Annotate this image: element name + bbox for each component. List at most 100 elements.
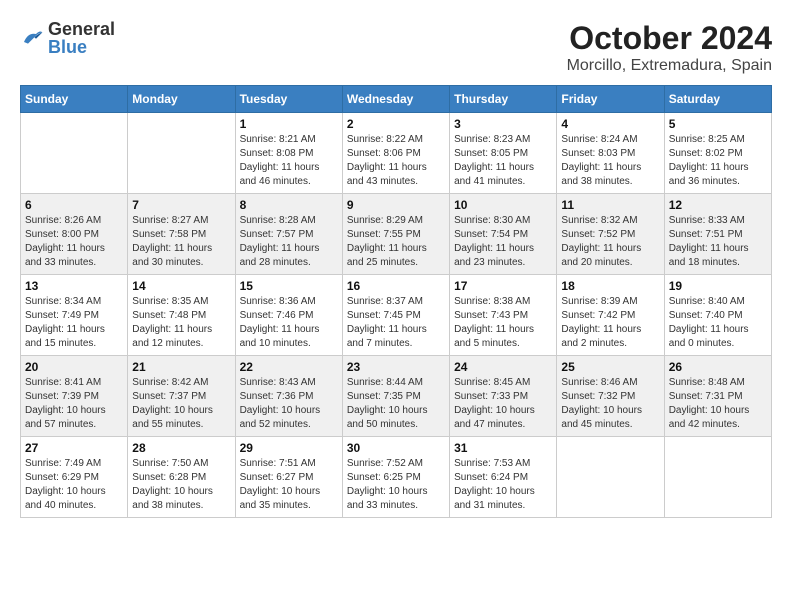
day-cell: 31 Sunrise: 7:53 AMSunset: 6:24 PMDayligh… bbox=[450, 437, 557, 518]
day-info: Sunrise: 8:30 AMSunset: 7:54 PMDaylight:… bbox=[454, 214, 552, 270]
day-number: 19 bbox=[669, 279, 767, 293]
day-cell: 13 Sunrise: 8:34 AMSunset: 7:49 PMDayligh… bbox=[21, 275, 128, 356]
day-cell: 5 Sunrise: 8:25 AMSunset: 8:02 PMDaylight… bbox=[664, 113, 771, 194]
column-header-friday: Friday bbox=[557, 86, 664, 113]
day-cell: 23Sunrise: 8:44 AMSunset: 7:35 PMDayligh… bbox=[342, 356, 449, 437]
day-number: 23 bbox=[347, 360, 445, 374]
day-number: 25 bbox=[561, 360, 659, 374]
logo-blue: Blue bbox=[48, 38, 115, 56]
week-row-3: 13 Sunrise: 8:34 AMSunset: 7:49 PMDayligh… bbox=[21, 275, 772, 356]
day-number: 26 bbox=[669, 360, 767, 374]
day-cell: 22 Sunrise: 8:43 AMSunset: 7:36 PMDayligh… bbox=[235, 356, 342, 437]
day-cell bbox=[664, 437, 771, 518]
day-number: 1 bbox=[240, 117, 338, 131]
week-row-5: 27Sunrise: 7:49 AMSunset: 6:29 PMDayligh… bbox=[21, 437, 772, 518]
week-row-4: 20 Sunrise: 8:41 AMSunset: 7:39 PMDayligh… bbox=[21, 356, 772, 437]
day-cell: 1 Sunrise: 8:21 AMSunset: 8:08 PMDaylight… bbox=[235, 113, 342, 194]
day-number: 16 bbox=[347, 279, 445, 293]
day-info: Sunrise: 8:27 AMSunset: 7:58 PMDaylight:… bbox=[132, 214, 230, 270]
day-info: Sunrise: 8:42 AMSunset: 7:37 PMDaylight:… bbox=[132, 376, 230, 432]
day-number: 18 bbox=[561, 279, 659, 293]
day-cell: 6Sunrise: 8:26 AMSunset: 8:00 PMDaylight… bbox=[21, 194, 128, 275]
day-info: Sunrise: 8:32 AMSunset: 7:52 PMDaylight:… bbox=[561, 214, 659, 270]
day-info: Sunrise: 8:38 AMSunset: 7:43 PMDaylight:… bbox=[454, 295, 552, 351]
day-number: 5 bbox=[669, 117, 767, 131]
day-info: Sunrise: 8:41 AMSunset: 7:39 PMDaylight:… bbox=[25, 376, 123, 432]
day-info: Sunrise: 8:25 AMSunset: 8:02 PMDaylight:… bbox=[669, 133, 767, 189]
day-cell: 2 Sunrise: 8:22 AMSunset: 8:06 PMDaylight… bbox=[342, 113, 449, 194]
day-cell: 17Sunrise: 8:38 AMSunset: 7:43 PMDayligh… bbox=[450, 275, 557, 356]
day-number: 24 bbox=[454, 360, 552, 374]
day-info: Sunrise: 8:34 AMSunset: 7:49 PMDaylight:… bbox=[25, 295, 123, 351]
day-info: Sunrise: 8:22 AMSunset: 8:06 PMDaylight:… bbox=[347, 133, 445, 189]
day-cell: 26 Sunrise: 8:48 AMSunset: 7:31 PMDayligh… bbox=[664, 356, 771, 437]
day-info: Sunrise: 8:48 AMSunset: 7:31 PMDaylight:… bbox=[669, 376, 767, 432]
day-number: 21 bbox=[132, 360, 230, 374]
day-info: Sunrise: 8:37 AMSunset: 7:45 PMDaylight:… bbox=[347, 295, 445, 351]
title-block: October 2024 Morcillo, Extremadura, Spai… bbox=[567, 20, 772, 75]
day-info: Sunrise: 8:33 AMSunset: 7:51 PMDaylight:… bbox=[669, 214, 767, 270]
day-info: Sunrise: 8:35 AMSunset: 7:48 PMDaylight:… bbox=[132, 295, 230, 351]
day-number: 28 bbox=[132, 441, 230, 455]
column-header-sunday: Sunday bbox=[21, 86, 128, 113]
day-cell: 29Sunrise: 7:51 AMSunset: 6:27 PMDayligh… bbox=[235, 437, 342, 518]
day-number: 2 bbox=[347, 117, 445, 131]
week-row-2: 6Sunrise: 8:26 AMSunset: 8:00 PMDaylight… bbox=[21, 194, 772, 275]
day-cell: 16 Sunrise: 8:37 AMSunset: 7:45 PMDayligh… bbox=[342, 275, 449, 356]
day-number: 13 bbox=[25, 279, 123, 293]
logo-text: General Blue bbox=[48, 20, 115, 56]
day-info: Sunrise: 8:45 AMSunset: 7:33 PMDaylight:… bbox=[454, 376, 552, 432]
day-info: Sunrise: 8:21 AMSunset: 8:08 PMDaylight:… bbox=[240, 133, 338, 189]
day-cell: 4 Sunrise: 8:24 AMSunset: 8:03 PMDaylight… bbox=[557, 113, 664, 194]
page-header: General Blue October 2024 Morcillo, Extr… bbox=[20, 20, 772, 75]
day-cell: 25Sunrise: 8:46 AMSunset: 7:32 PMDayligh… bbox=[557, 356, 664, 437]
day-number: 4 bbox=[561, 117, 659, 131]
day-number: 30 bbox=[347, 441, 445, 455]
page-title: October 2024 bbox=[567, 20, 772, 57]
day-info: Sunrise: 7:53 AMSunset: 6:24 PMDaylight:… bbox=[454, 457, 552, 513]
day-number: 11 bbox=[561, 198, 659, 212]
day-cell: 8 Sunrise: 8:28 AMSunset: 7:57 PMDaylight… bbox=[235, 194, 342, 275]
day-cell: 28Sunrise: 7:50 AMSunset: 6:28 PMDayligh… bbox=[128, 437, 235, 518]
day-number: 20 bbox=[25, 360, 123, 374]
day-cell: 19 Sunrise: 8:40 AMSunset: 7:40 PMDayligh… bbox=[664, 275, 771, 356]
day-info: Sunrise: 8:28 AMSunset: 7:57 PMDaylight:… bbox=[240, 214, 338, 270]
day-info: Sunrise: 8:29 AMSunset: 7:55 PMDaylight:… bbox=[347, 214, 445, 270]
column-header-saturday: Saturday bbox=[664, 86, 771, 113]
day-number: 29 bbox=[240, 441, 338, 455]
column-header-wednesday: Wednesday bbox=[342, 86, 449, 113]
day-cell: 30 Sunrise: 7:52 AMSunset: 6:25 PMDayligh… bbox=[342, 437, 449, 518]
day-cell: 3Sunrise: 8:23 AMSunset: 8:05 PMDaylight… bbox=[450, 113, 557, 194]
day-number: 8 bbox=[240, 198, 338, 212]
day-info: Sunrise: 8:26 AMSunset: 8:00 PMDaylight:… bbox=[25, 214, 123, 270]
day-number: 15 bbox=[240, 279, 338, 293]
day-info: Sunrise: 8:40 AMSunset: 7:40 PMDaylight:… bbox=[669, 295, 767, 351]
logo-general: General bbox=[48, 20, 115, 38]
day-cell: 14Sunrise: 8:35 AMSunset: 7:48 PMDayligh… bbox=[128, 275, 235, 356]
day-cell: 9 Sunrise: 8:29 AMSunset: 7:55 PMDaylight… bbox=[342, 194, 449, 275]
day-info: Sunrise: 8:24 AMSunset: 8:03 PMDaylight:… bbox=[561, 133, 659, 189]
day-cell: 21 Sunrise: 8:42 AMSunset: 7:37 PMDayligh… bbox=[128, 356, 235, 437]
day-info: Sunrise: 7:52 AMSunset: 6:25 PMDaylight:… bbox=[347, 457, 445, 513]
day-cell: 12 Sunrise: 8:33 AMSunset: 7:51 PMDayligh… bbox=[664, 194, 771, 275]
day-info: Sunrise: 8:36 AMSunset: 7:46 PMDaylight:… bbox=[240, 295, 338, 351]
day-cell: 18 Sunrise: 8:39 AMSunset: 7:42 PMDayligh… bbox=[557, 275, 664, 356]
column-header-monday: Monday bbox=[128, 86, 235, 113]
day-number: 12 bbox=[669, 198, 767, 212]
day-cell bbox=[21, 113, 128, 194]
day-info: Sunrise: 7:49 AMSunset: 6:29 PMDaylight:… bbox=[25, 457, 123, 513]
day-number: 22 bbox=[240, 360, 338, 374]
day-info: Sunrise: 8:43 AMSunset: 7:36 PMDaylight:… bbox=[240, 376, 338, 432]
column-header-tuesday: Tuesday bbox=[235, 86, 342, 113]
calendar-table: SundayMondayTuesdayWednesdayThursdayFrid… bbox=[20, 85, 772, 518]
day-cell: 27Sunrise: 7:49 AMSunset: 6:29 PMDayligh… bbox=[21, 437, 128, 518]
day-info: Sunrise: 8:39 AMSunset: 7:42 PMDaylight:… bbox=[561, 295, 659, 351]
day-number: 3 bbox=[454, 117, 552, 131]
logo: General Blue bbox=[20, 20, 115, 56]
day-number: 9 bbox=[347, 198, 445, 212]
day-cell: 11 Sunrise: 8:32 AMSunset: 7:52 PMDayligh… bbox=[557, 194, 664, 275]
day-number: 31 bbox=[454, 441, 552, 455]
day-cell: 20 Sunrise: 8:41 AMSunset: 7:39 PMDayligh… bbox=[21, 356, 128, 437]
day-number: 7 bbox=[132, 198, 230, 212]
week-row-1: 1 Sunrise: 8:21 AMSunset: 8:08 PMDaylight… bbox=[21, 113, 772, 194]
